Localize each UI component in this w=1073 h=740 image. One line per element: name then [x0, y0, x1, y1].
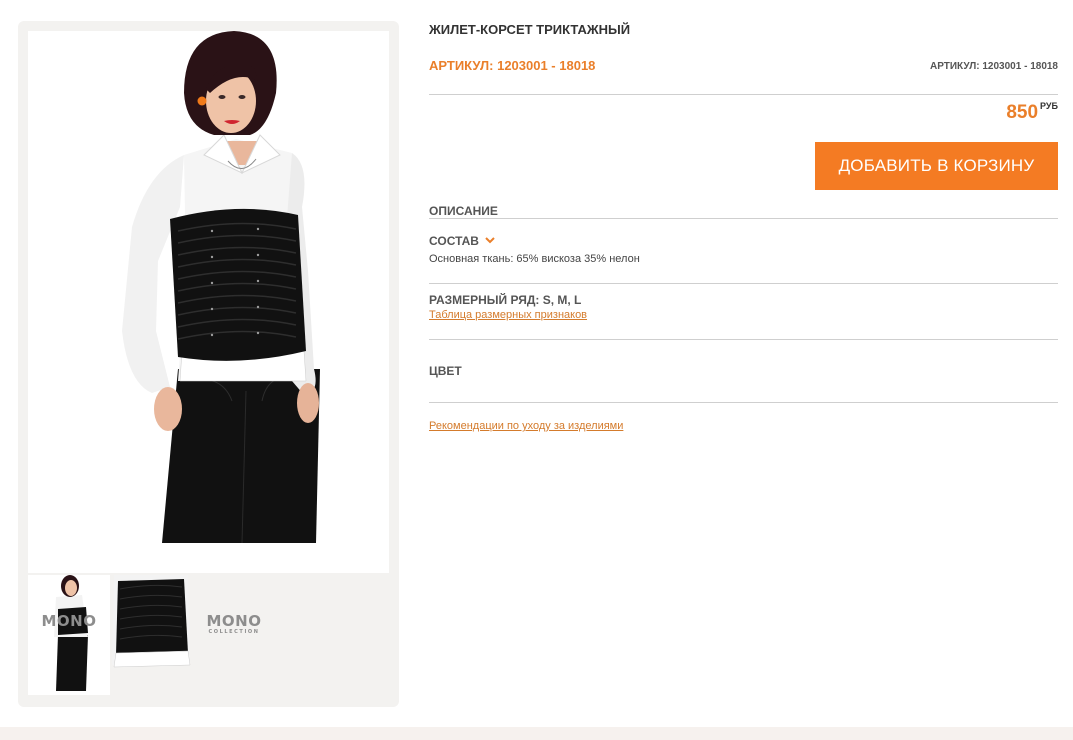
thumbnail-image — [112, 575, 191, 668]
price-value: 850 — [1006, 102, 1039, 123]
description-heading: ОПИСАНИЕ — [429, 204, 498, 218]
divider — [429, 94, 1058, 95]
footer-strip — [0, 727, 1073, 740]
divider — [429, 339, 1058, 340]
add-to-cart-button[interactable]: ДОБАВИТЬ В КОРЗИНУ — [815, 142, 1058, 190]
thumbnail-logo[interactable]: MONO COLLECTION — [194, 575, 274, 695]
chevron-down-icon — [485, 237, 496, 244]
product-price: 850 РУБ — [1006, 101, 1058, 124]
care-recommendations-link[interactable]: Рекомендации по уходу за изделиями — [429, 420, 623, 432]
thumbnail-full-outfit[interactable]: MONO — [28, 575, 110, 695]
composition-label: СОСТАВ — [429, 234, 479, 248]
product-sku: АРТИКУЛ: 1203001 - 18018 — [429, 58, 596, 73]
logo-subtext: COLLECTION — [208, 629, 260, 635]
divider — [429, 283, 1058, 284]
product-gallery: MONO MONO COLLECTION — [18, 21, 399, 707]
thumbnail-corset-detail[interactable] — [110, 575, 192, 695]
logo-watermark: MONO — [41, 612, 97, 630]
product-sku-secondary: АРТИКУЛ: 1203001 - 18018 — [930, 61, 1058, 72]
divider — [429, 218, 1058, 219]
divider — [429, 402, 1058, 403]
size-table-link[interactable]: Таблица размерных признаков — [429, 309, 587, 321]
composition-text: Основная ткань: 65% вискоза 35% нелон — [429, 253, 640, 265]
model-photo — [122, 31, 320, 544]
product-info: ЖИЛЕТ-КОРСЕТ ТРИКТАЖНЫЙ АРТИКУЛ: 1203001… — [429, 0, 1058, 740]
price-currency: РУБ — [1040, 101, 1058, 111]
composition-toggle[interactable]: СОСТАВ — [429, 234, 496, 248]
thumbnail-image — [54, 575, 88, 691]
color-label: ЦВЕТ — [429, 364, 462, 378]
size-range-label: РАЗМЕРНЫЙ РЯД: S, M, L — [429, 293, 582, 307]
logo-watermark: MONO — [206, 612, 262, 630]
main-product-image[interactable] — [28, 31, 389, 573]
product-title: ЖИЛЕТ-КОРСЕТ ТРИКТАЖНЫЙ — [429, 22, 631, 37]
